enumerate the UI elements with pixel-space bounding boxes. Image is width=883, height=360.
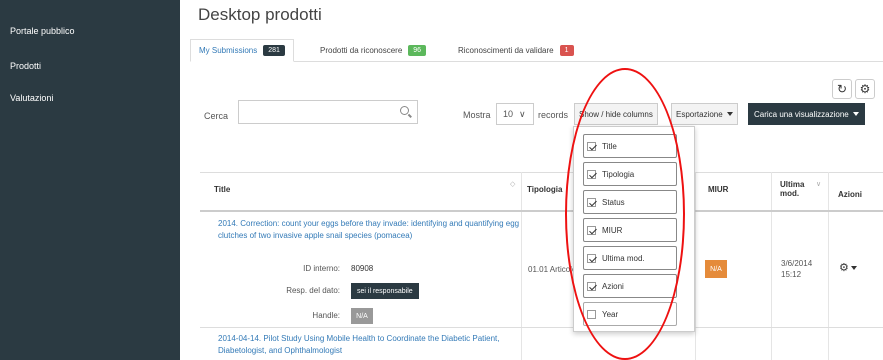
row-actions-dropdown[interactable]: ⚙ <box>839 261 857 274</box>
column-toggle-ultima-mod[interactable]: Ultima mod. <box>583 246 677 270</box>
page-size-value: 10 <box>503 109 514 119</box>
settings-button[interactable]: ⚙ <box>855 79 875 99</box>
tab-label: My Submissions <box>199 46 258 55</box>
button-label: Show / hide columns <box>579 109 653 119</box>
load-view-button[interactable]: Carica una visualizzazione <box>748 103 865 125</box>
tab-count-badge: 96 <box>408 45 427 56</box>
tab-label: Riconoscimenti da validare <box>458 46 554 55</box>
gear-icon: ⚙ <box>839 262 849 274</box>
column-toggle-azioni[interactable]: Azioni <box>583 274 677 298</box>
column-toggle-title[interactable]: Title <box>583 134 677 158</box>
id-value: 80908 <box>351 264 374 273</box>
column-toggle-tipologia[interactable]: Tipologia <box>583 162 677 186</box>
button-label: Esportazione <box>676 109 723 119</box>
handle-label: Handle: <box>312 311 340 320</box>
chevron-down-icon: ∨ <box>519 108 526 119</box>
tipologia-cell: 01.01 Articolo <box>528 265 577 274</box>
columns-dropdown-menu: Title Tipologia Status MIUR Ultima mod. … <box>573 126 695 332</box>
tab-count-badge: 281 <box>263 45 285 56</box>
sidebar-item-valutazioni[interactable]: Valutazioni <box>10 93 53 103</box>
tab-count-badge: 1 <box>559 45 574 56</box>
column-toggle-label: Title <box>602 141 617 151</box>
column-toggle-label: Ultima mod. <box>602 253 645 263</box>
sort-icon: ∨ <box>816 181 822 188</box>
search-input[interactable] <box>239 101 389 123</box>
show-hide-columns-button[interactable]: Show / hide columns <box>574 103 658 125</box>
column-toggle-year[interactable]: Year <box>583 302 677 326</box>
miur-status-badge: N/A <box>705 260 727 278</box>
search-icon <box>400 106 409 115</box>
column-toggle-label: Year <box>602 309 619 319</box>
tab-label: Prodotti da riconoscere <box>320 46 403 55</box>
responsible-button[interactable]: sei il responsabile <box>351 283 419 299</box>
table-header-border <box>200 210 883 212</box>
row-divider <box>200 327 883 328</box>
search-label: Cerca <box>204 111 229 121</box>
checkbox[interactable] <box>587 169 596 179</box>
checkbox[interactable] <box>587 197 596 207</box>
handle-value-badge: N/A <box>351 308 373 324</box>
table-top-border <box>200 172 883 173</box>
column-header-miur[interactable]: MIUR <box>708 185 728 194</box>
export-button[interactable]: Esportazione <box>671 103 738 125</box>
column-divider <box>695 172 696 360</box>
refresh-icon: ↻ <box>836 82 848 96</box>
button-label: Carica una visualizzazione <box>754 109 849 119</box>
column-toggle-status[interactable]: Status <box>583 190 677 214</box>
page-size-select[interactable]: 10 ∨ <box>496 103 534 125</box>
resp-label: Resp. del dato: <box>286 286 340 295</box>
records-label: records <box>538 110 569 120</box>
main-content: Desktop prodotti My Submissions 281 Prod… <box>180 0 883 360</box>
checkbox[interactable] <box>587 309 596 319</box>
show-label: Mostra <box>463 110 491 120</box>
column-divider <box>771 172 772 360</box>
column-toggle-label: Azioni <box>602 281 624 291</box>
refresh-button[interactable]: ↻ <box>832 79 852 99</box>
sidebar: Portale pubblico Prodotti Valutazioni <box>0 0 180 360</box>
search-field <box>238 100 418 124</box>
checkbox[interactable] <box>587 281 596 291</box>
gear-icon: ⚙ <box>859 82 871 96</box>
checkbox[interactable] <box>587 225 596 235</box>
product-title-link[interactable]: 2014. Correction: count your eggs before… <box>218 218 528 242</box>
tab-my-submissions[interactable]: My Submissions 281 <box>190 39 294 62</box>
column-header-tipologia[interactable]: Tipologia <box>527 185 562 194</box>
caret-down-icon <box>850 265 857 270</box>
column-toggle-label: MIUR <box>602 225 623 235</box>
column-header-ultima-mod[interactable]: Ultima mod. <box>780 180 818 198</box>
column-header-title[interactable]: Title <box>214 185 230 194</box>
checkbox[interactable] <box>587 141 596 151</box>
page-title: Desktop prodotti <box>198 5 322 24</box>
id-label: ID interno: <box>303 264 340 273</box>
column-toggle-miur[interactable]: MIUR <box>583 218 677 242</box>
sort-icon: ◇ <box>510 181 516 188</box>
checkbox[interactable] <box>587 253 596 263</box>
sidebar-item-portale-pubblico[interactable]: Portale pubblico <box>10 26 75 36</box>
caret-down-icon <box>852 112 859 116</box>
product-title-link[interactable]: 2014-04-14. Pilot Study Using Mobile Hea… <box>218 333 528 357</box>
column-toggle-label: Status <box>602 197 625 207</box>
last-modified-cell: 3/6/2014 15:12 <box>781 259 813 279</box>
column-divider <box>828 172 829 360</box>
column-toggle-label: Tipologia <box>602 169 635 179</box>
sidebar-item-prodotti[interactable]: Prodotti <box>10 61 41 71</box>
tab-riconoscimenti-da-validare[interactable]: Riconoscimenti da validare 1 <box>450 39 582 62</box>
caret-down-icon <box>726 112 733 116</box>
column-header-azioni: Azioni <box>838 190 862 199</box>
tab-prodotti-da-riconoscere[interactable]: Prodotti da riconoscere 96 <box>312 39 434 62</box>
column-divider <box>521 172 522 360</box>
